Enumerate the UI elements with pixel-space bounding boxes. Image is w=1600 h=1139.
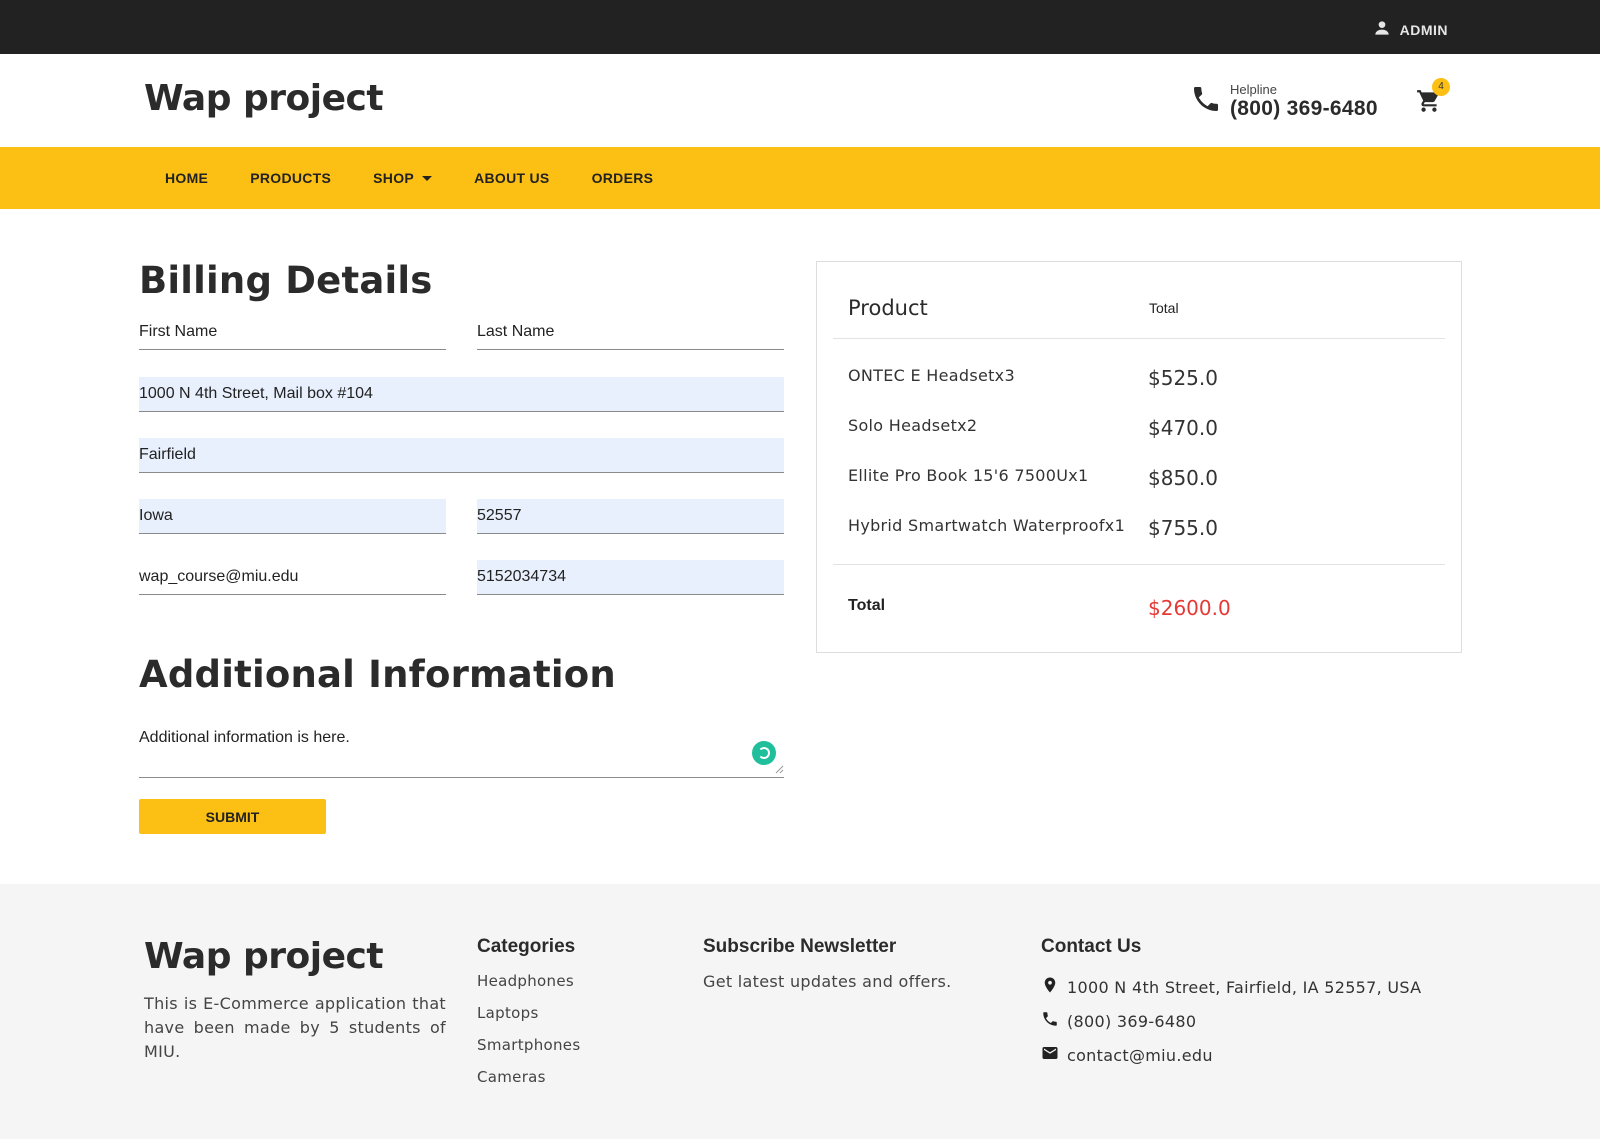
total-column-header: Total <box>1149 300 1179 316</box>
item-price: $850.0 <box>1148 466 1218 490</box>
helpline-label: Helpline <box>1230 82 1277 97</box>
contact-list: 1000 N 4th Street, Fairfield, IA 52557, … <box>1041 970 1421 1072</box>
last-name-placeholder: Last Name <box>477 323 555 340</box>
nav-orders[interactable]: ORDERS <box>571 170 675 186</box>
cart-icon <box>1416 90 1442 118</box>
cart-count-badge: 4 <box>1432 78 1450 96</box>
last-name-field[interactable]: Last Name <box>477 315 784 350</box>
city-field[interactable]: Fairfield <box>139 438 784 473</box>
billing-title: Billing Details <box>139 259 433 302</box>
cart-button[interactable]: 4 <box>1416 78 1450 118</box>
item-name: Ellite Pro Book 15'6 7500Ux1 <box>848 466 1089 485</box>
email-value: wap_course@miu.edu <box>139 568 299 585</box>
categories-title: Categories <box>477 936 576 957</box>
contact-title: Contact Us <box>1041 936 1142 957</box>
nav-products-label: PRODUCTS <box>250 170 332 186</box>
contact-address-text: 1000 N 4th Street, Fairfield, IA 52557, … <box>1067 977 1422 997</box>
resize-handle-icon[interactable] <box>774 764 784 774</box>
phone-field[interactable]: 5152034734 <box>477 560 784 595</box>
footer-description: This is E-Commerce application that have… <box>144 994 446 1061</box>
grammar-assistant-icon[interactable] <box>752 741 776 765</box>
submit-button[interactable]: SUBMIT <box>139 799 326 834</box>
category-link-headphones[interactable]: Headphones <box>477 972 580 1004</box>
product-column-header: Product <box>848 296 928 320</box>
mail-icon <box>1041 1044 1059 1066</box>
order-summary: Product Total ONTEC E Headsetx3 $525.0 S… <box>816 261 1462 653</box>
email-field[interactable]: wap_course@miu.edu <box>139 560 446 595</box>
phone-value: 5152034734 <box>477 568 566 585</box>
helpline: Helpline (800) 369-6480 <box>1190 82 1378 121</box>
first-name-placeholder: First Name <box>139 323 218 340</box>
order-line-item: Solo Headsetx2 $470.0 <box>848 416 1448 466</box>
item-price: $525.0 <box>1148 366 1218 390</box>
city-value: Fairfield <box>139 446 196 463</box>
item-price: $755.0 <box>1148 516 1218 540</box>
category-link-laptops[interactable]: Laptops <box>477 1004 580 1036</box>
order-line-item: Hybrid Smartwatch Waterproofx1 $755.0 <box>848 516 1448 566</box>
first-name-field[interactable]: First Name <box>139 315 446 350</box>
nav-about-label: ABOUT US <box>474 170 550 186</box>
person-icon <box>1372 18 1392 41</box>
address-value: 1000 N 4th Street, Mail box #104 <box>139 385 373 402</box>
category-link-cameras[interactable]: Cameras <box>477 1068 580 1100</box>
categories-list: Headphones Laptops Smartphones Cameras <box>477 972 580 1100</box>
additional-info-title: Additional Information <box>139 653 616 696</box>
nav-home-label: HOME <box>165 170 209 186</box>
contact-phone-text: (800) 369-6480 <box>1067 1011 1197 1031</box>
grand-total-label: Total <box>848 597 886 614</box>
order-divider <box>833 564 1445 565</box>
state-value: Iowa <box>139 507 173 524</box>
site-footer: Wap project This is E-Commerce applicati… <box>0 884 1600 1139</box>
order-line-item: ONTEC E Headsetx3 $525.0 <box>848 366 1448 416</box>
phone-icon <box>1190 83 1222 120</box>
caret-down-icon <box>422 175 433 181</box>
main-nav: HOME PRODUCTS SHOP ABOUT US ORDERS <box>0 147 1600 209</box>
additional-info-value: Additional information is here. <box>139 729 350 746</box>
top-bar: ADMIN <box>0 0 1600 54</box>
site-logo[interactable]: Wap project <box>144 78 384 119</box>
helpline-phone: (800) 369-6480 <box>1230 97 1378 120</box>
newsletter-text: Get latest updates and offers. <box>703 972 952 991</box>
item-name: Solo Headsetx2 <box>848 416 978 435</box>
item-price: $470.0 <box>1148 416 1218 440</box>
contact-email-text: contact@miu.edu <box>1067 1045 1213 1065</box>
item-name: Hybrid Smartwatch Waterproofx1 <box>848 516 1126 535</box>
nav-orders-label: ORDERS <box>591 170 654 186</box>
site-header: Wap project Helpline (800) 369-6480 4 <box>0 54 1600 147</box>
nav-about-us[interactable]: ABOUT US <box>453 170 571 186</box>
location-pin-icon <box>1041 976 1059 998</box>
nav-shop-dropdown[interactable]: SHOP <box>352 170 453 186</box>
nav-shop-label: SHOP <box>373 170 415 186</box>
order-summary-header: Product Total <box>833 262 1445 339</box>
grand-total-value: $2600.0 <box>1148 596 1231 620</box>
phone-icon <box>1041 1010 1059 1032</box>
category-link-smartphones[interactable]: Smartphones <box>477 1036 580 1068</box>
contact-phone: (800) 369-6480 <box>1041 1004 1421 1038</box>
contact-email: contact@miu.edu <box>1041 1038 1421 1072</box>
admin-account-link[interactable]: ADMIN <box>1372 18 1448 41</box>
order-line-item: Ellite Pro Book 15'6 7500Ux1 $850.0 <box>848 466 1448 516</box>
nav-home[interactable]: HOME <box>144 170 229 186</box>
footer-logo[interactable]: Wap project <box>144 936 384 977</box>
item-name: ONTEC E Headsetx3 <box>848 366 1015 385</box>
zip-value: 52557 <box>477 507 522 524</box>
checkout-main: Billing Details First Name Last Name 100… <box>0 209 1600 889</box>
newsletter-title: Subscribe Newsletter <box>703 936 897 957</box>
additional-info-textarea[interactable]: Additional information is here. <box>139 717 784 778</box>
zip-field[interactable]: 52557 <box>477 499 784 534</box>
nav-products[interactable]: PRODUCTS <box>229 170 352 186</box>
state-field[interactable]: Iowa <box>139 499 446 534</box>
address-field[interactable]: 1000 N 4th Street, Mail box #104 <box>139 377 784 412</box>
contact-address: 1000 N 4th Street, Fairfield, IA 52557, … <box>1041 970 1421 1004</box>
admin-label: ADMIN <box>1399 21 1448 38</box>
